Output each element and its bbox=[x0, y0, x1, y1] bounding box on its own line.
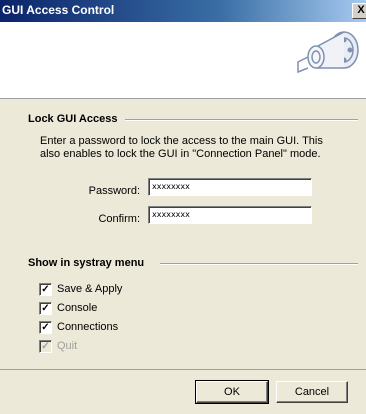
close-button[interactable]: X bbox=[352, 3, 366, 19]
console-label: Console bbox=[57, 302, 98, 314]
ok-button[interactable]: OK bbox=[195, 380, 269, 404]
systray-section-title: Show in systray menu bbox=[28, 257, 145, 269]
systray-section-divider bbox=[160, 263, 358, 265]
save-apply-label: Save & Apply bbox=[57, 283, 123, 295]
password-label: Password: bbox=[88, 185, 140, 197]
confirm-field[interactable]: xxxxxxxx bbox=[148, 206, 312, 224]
lock-section-divider bbox=[125, 119, 358, 121]
password-field[interactable]: xxxxxxxx bbox=[148, 178, 312, 196]
lock-section-title: Lock GUI Access bbox=[28, 113, 118, 125]
save-apply-checkbox[interactable]: ✓ bbox=[39, 283, 52, 296]
connections-label: Connections bbox=[57, 321, 119, 333]
button-bar: OK Cancel bbox=[0, 369, 366, 414]
plug-connector-icon bbox=[297, 31, 359, 74]
quit-label: Quit bbox=[57, 340, 78, 352]
title-bar: GUI Access Control X bbox=[0, 0, 366, 22]
lock-description: Enter a password to lock the access to t… bbox=[40, 135, 323, 160]
header-banner bbox=[0, 22, 366, 99]
cancel-button[interactable]: Cancel bbox=[276, 381, 348, 403]
quit-checkbox: ✓ bbox=[39, 340, 52, 353]
gui-access-control-dialog: GUI Access Control X Lock GUI Access Ent… bbox=[0, 0, 366, 414]
console-checkbox[interactable]: ✓ bbox=[39, 302, 52, 315]
connections-checkbox[interactable]: ✓ bbox=[39, 321, 52, 334]
window-title: GUI Access Control bbox=[2, 3, 115, 17]
confirm-label: Confirm: bbox=[98, 213, 140, 225]
